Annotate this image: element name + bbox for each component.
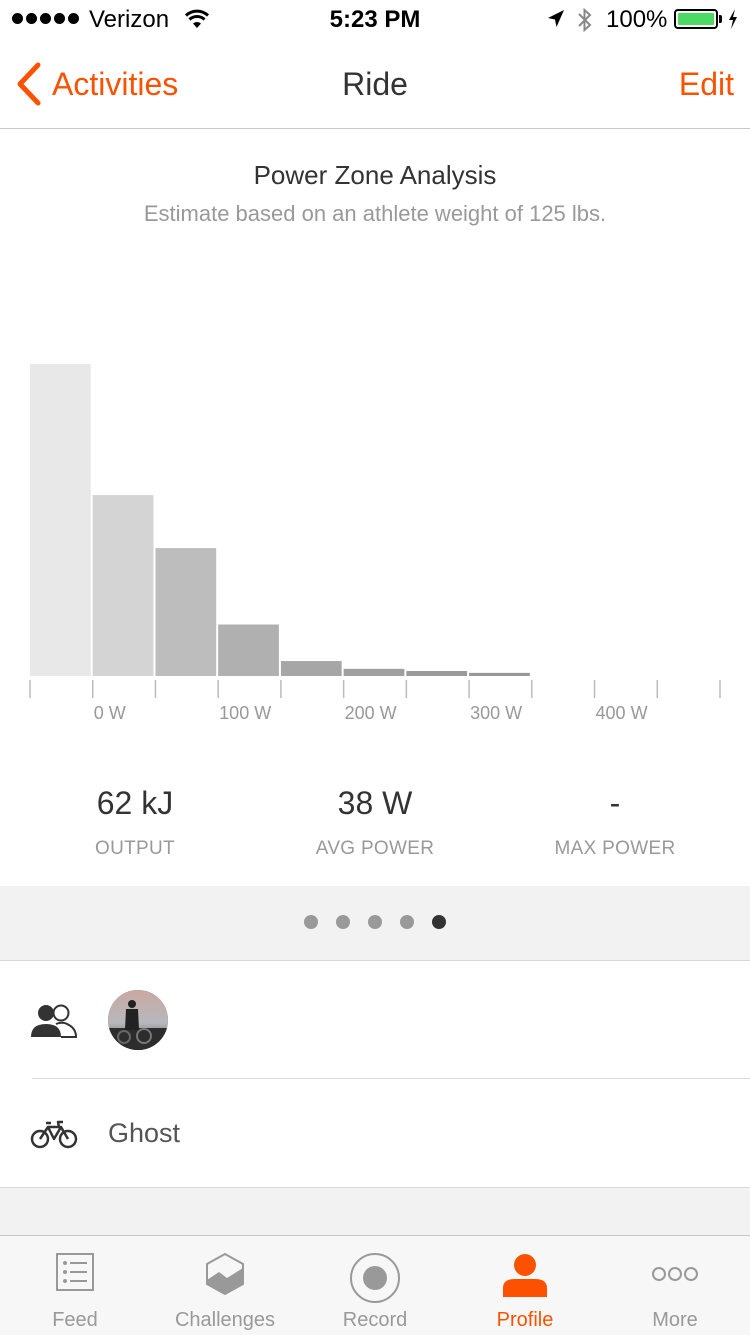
charging-bolt-icon — [729, 9, 737, 29]
histogram-bar — [92, 495, 154, 676]
stat-max-power: - MAX POWER — [495, 785, 735, 860]
feed-icon — [56, 1253, 94, 1291]
tab-bar: Feed Challenges Record Profile More — [0, 1235, 750, 1335]
x-tick-label: 200 W — [345, 703, 397, 723]
stat-avg-power: 38 W AVG POWER — [255, 785, 495, 860]
more-icon — [652, 1267, 698, 1281]
tab-challenges[interactable]: Challenges — [150, 1236, 300, 1335]
stat-label: AVG POWER — [315, 838, 435, 859]
stat-value: 62 kJ — [96, 785, 174, 821]
power-zone-chart[interactable]: 0 W 100 W 200 W 300 W 400 W — [0, 250, 750, 730]
x-tick-label: 400 W — [596, 703, 648, 723]
tab-label: More — [652, 1309, 698, 1331]
histogram-bar — [30, 364, 91, 676]
avatar-photo — [108, 990, 168, 1050]
battery-percentage: 100% — [606, 6, 668, 33]
page-indicator[interactable] — [0, 915, 750, 929]
chart-title: Power Zone Analysis — [253, 160, 497, 190]
bike-name: Ghost — [108, 1118, 181, 1148]
x-tick-label: 300 W — [470, 703, 522, 723]
record-icon — [350, 1253, 400, 1303]
athlete-avatar[interactable] — [108, 990, 168, 1050]
stat-output: 62 kJ OUTPUT — [15, 785, 255, 860]
challenges-icon — [206, 1252, 244, 1296]
x-tick-label: 100 W — [219, 703, 271, 723]
status-bar: Verizon 5:23 PM 100% — [0, 0, 750, 40]
athletes-row[interactable] — [0, 962, 750, 1079]
histogram-bar — [218, 624, 279, 676]
tab-label: Feed — [52, 1309, 98, 1331]
stat-label: OUTPUT — [95, 838, 175, 859]
section-spacer — [0, 1188, 750, 1235]
battery-icon — [674, 9, 718, 29]
histogram-bar — [406, 671, 468, 676]
tab-feed[interactable]: Feed — [0, 1236, 150, 1335]
histogram-bar — [280, 661, 342, 676]
tab-label: Challenges — [174, 1309, 276, 1331]
stat-label: MAX POWER — [554, 838, 676, 859]
stat-value: - — [609, 785, 621, 821]
bike-icon — [30, 1120, 78, 1149]
page-dot[interactable] — [400, 915, 414, 929]
x-tick-label: 0 W — [94, 703, 126, 723]
tab-profile[interactable]: Profile — [450, 1236, 600, 1335]
histogram-bar — [343, 668, 405, 676]
bike-row[interactable]: Ghost — [0, 1080, 750, 1188]
page-dot[interactable] — [336, 915, 350, 929]
histogram-bar — [155, 548, 217, 676]
profile-icon — [503, 1254, 547, 1297]
tab-label: Record — [342, 1309, 408, 1331]
chart-pager — [0, 886, 750, 961]
athletes-icon — [31, 1004, 78, 1038]
location-arrow-icon — [548, 10, 564, 27]
bluetooth-icon — [578, 7, 592, 33]
page-dot[interactable] — [432, 915, 446, 929]
page-title: Ride — [342, 66, 408, 102]
navigation-bar: Activities Ride Edit — [0, 40, 750, 129]
chart-subtitle: Estimate based on an athlete weight of 1… — [143, 201, 607, 226]
edit-button[interactable]: Edit — [679, 66, 734, 103]
tab-more[interactable]: More — [600, 1236, 750, 1335]
histogram-bar — [469, 672, 530, 676]
tab-record[interactable]: Record — [300, 1236, 450, 1335]
page-dot[interactable] — [304, 915, 318, 929]
tab-label: Profile — [496, 1309, 554, 1331]
page-dot[interactable] — [368, 915, 382, 929]
stat-value: 38 W — [337, 785, 413, 821]
